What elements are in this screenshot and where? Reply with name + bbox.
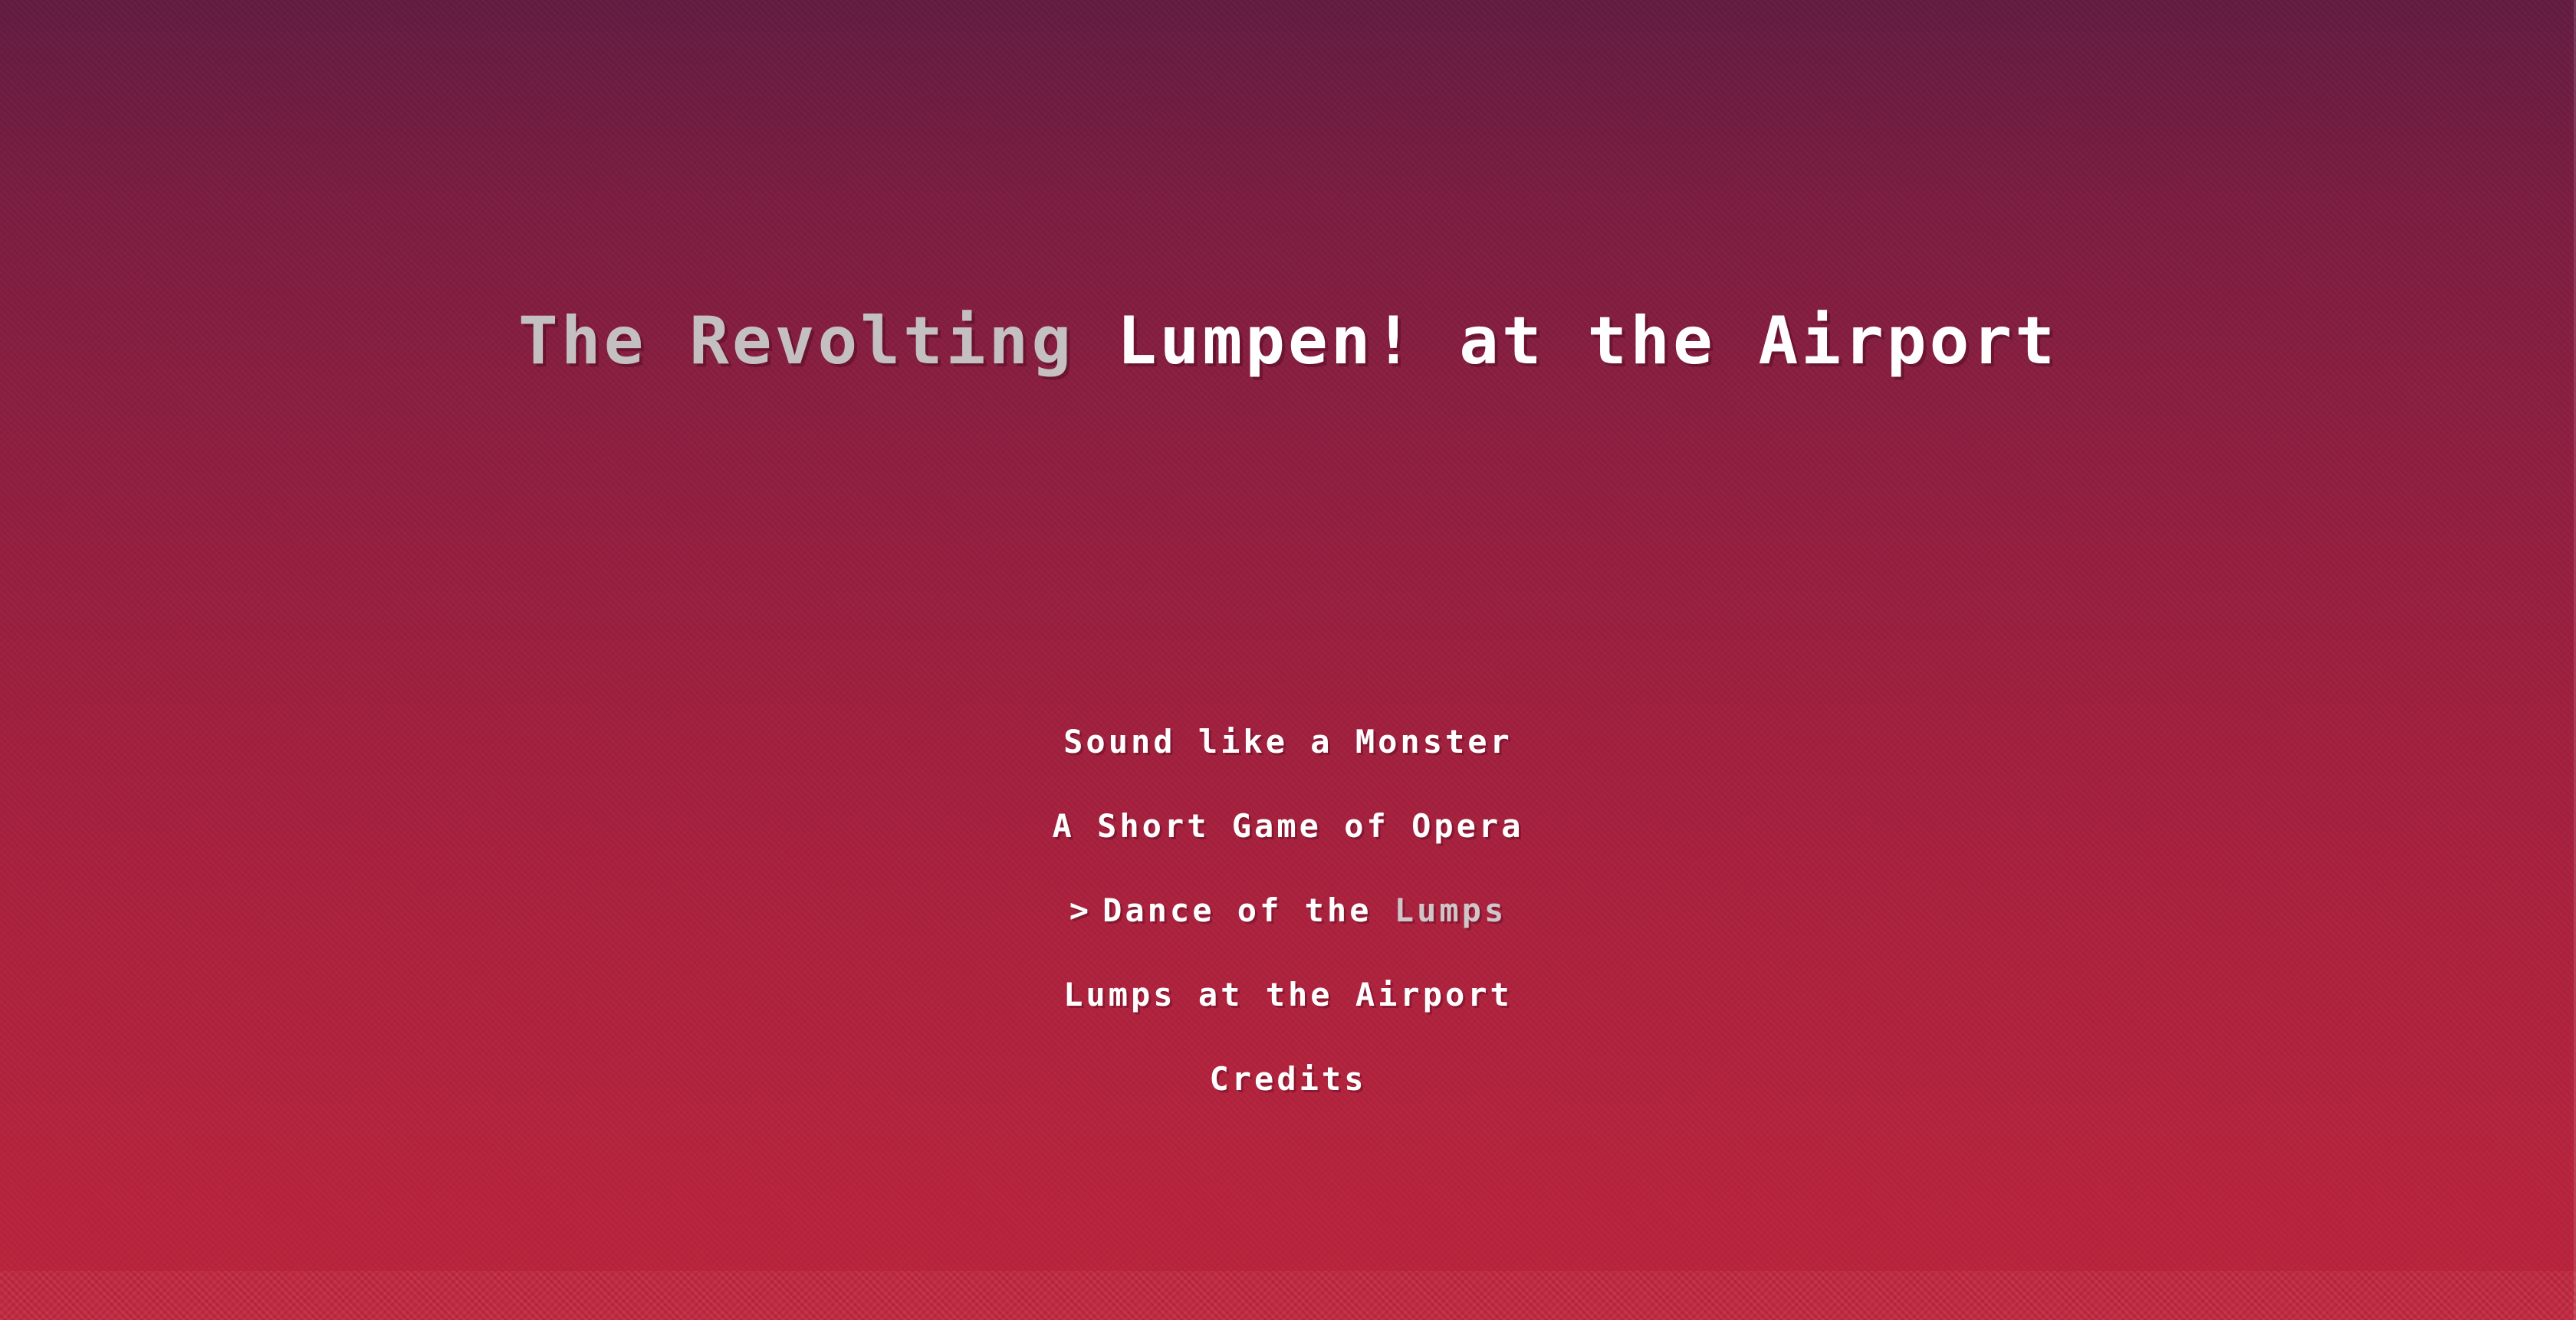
floor-pattern — [0, 1271, 2576, 1320]
menu-item-credits[interactable]: Credits — [0, 1058, 2576, 1101]
menu-item-lumps-at-the-airport[interactable]: Lumps at the Airport — [0, 974, 2576, 1016]
menu-item-label-dim: Lumps — [1394, 891, 1507, 929]
menu-item-short-game-of-opera[interactable]: A Short Game of Opera — [0, 805, 2576, 848]
menu-item-label: Credits — [1209, 1060, 1367, 1098]
menu-item-dance-of-the-lumps[interactable]: > Dance of the Lumps — [0, 889, 2576, 932]
dither-overlay — [0, 0, 2576, 1320]
game-title: The Revolting Lumpen! at the Airport — [0, 303, 2576, 379]
menu-item-label: Lumps at the Airport — [1063, 976, 1513, 1013]
title-dim-part: The Revolting — [518, 303, 1075, 379]
menu-item-label-bright: Dance of the — [1102, 891, 1372, 929]
game-screen: The Revolting Lumpen! at the Airport Sou… — [0, 0, 2576, 1320]
menu-item-label: Sound like a Monster — [1063, 723, 1513, 760]
menu-item-sound-like-a-monster[interactable]: Sound like a Monster — [0, 721, 2576, 763]
menu-item-label: A Short Game of Opera — [1052, 807, 1524, 845]
title-bright-part: Lumpen! at the Airport — [1116, 303, 2058, 379]
selection-cursor-icon: > — [1069, 891, 1092, 929]
